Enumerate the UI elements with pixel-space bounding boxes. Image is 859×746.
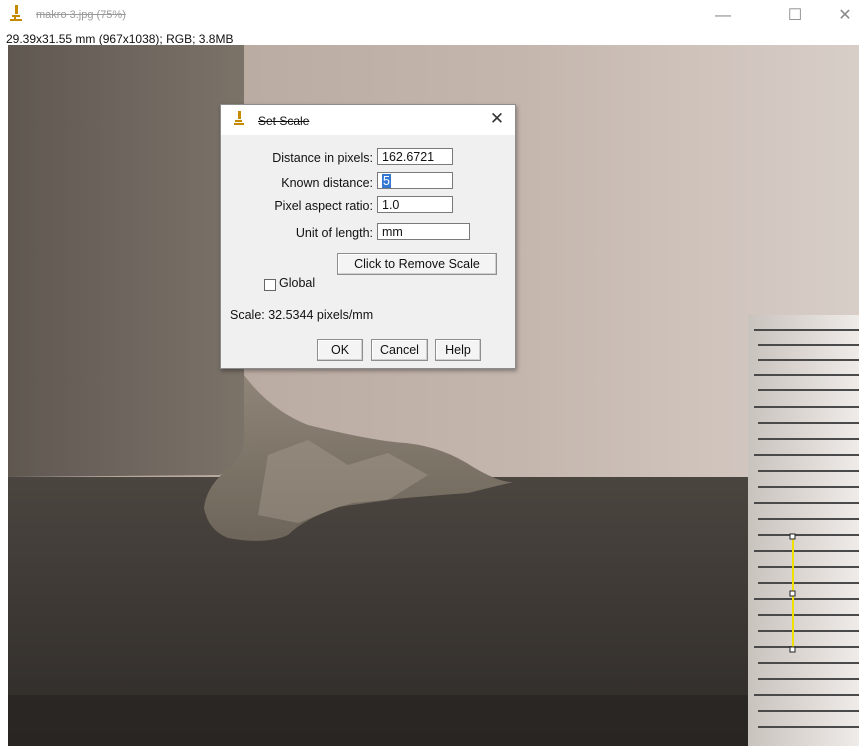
distance-in-pixels-field[interactable]: 162.6721 — [377, 148, 453, 165]
window-titlebar: makro 3.jpg (75%) — ☐ ✕ — [0, 0, 859, 31]
remove-scale-button[interactable]: Click to Remove Scale — [337, 253, 497, 275]
maximize-icon[interactable]: ☐ — [780, 6, 810, 26]
global-checkbox[interactable] — [264, 279, 276, 291]
imagej-microscope-icon — [10, 5, 22, 21]
window-title: makro 3.jpg (75%) — [36, 9, 126, 21]
known-distance-label: Known distance: — [281, 176, 373, 190]
pixel-aspect-ratio-field[interactable]: 1.0 — [377, 196, 453, 213]
dialog-titlebar: Set Scale ✕ — [221, 105, 515, 135]
unit-of-length-field[interactable]: mm — [377, 223, 470, 240]
cancel-button[interactable]: Cancel — [371, 339, 428, 361]
distance-label: Distance in pixels: — [272, 151, 373, 165]
close-icon[interactable]: ✕ — [830, 6, 859, 26]
pixel-aspect-label: Pixel aspect ratio: — [274, 199, 373, 213]
scale-readout: Scale: 32.5344 pixels/mm — [230, 308, 374, 322]
minimize-icon[interactable]: — — [708, 6, 738, 26]
global-label: Global — [279, 276, 316, 290]
unit-of-length-label: Unit of length: — [295, 226, 373, 240]
help-button[interactable]: Help — [435, 339, 481, 361]
known-distance-field[interactable]: 5 — [377, 172, 453, 189]
dialog-title: Set Scale — [258, 114, 310, 128]
known-distance-value: 5 — [382, 174, 391, 188]
imagej-microscope-icon — [234, 111, 244, 125]
image-info-text: 29.39x31.55 mm (967x1038); RGB; 3.8MB — [6, 32, 234, 46]
dialog-close-icon[interactable]: ✕ — [487, 109, 507, 129]
ok-button[interactable]: OK — [317, 339, 363, 361]
set-scale-dialog: Set Scale ✕ Distance in pixels: 162.6721… — [220, 104, 516, 369]
